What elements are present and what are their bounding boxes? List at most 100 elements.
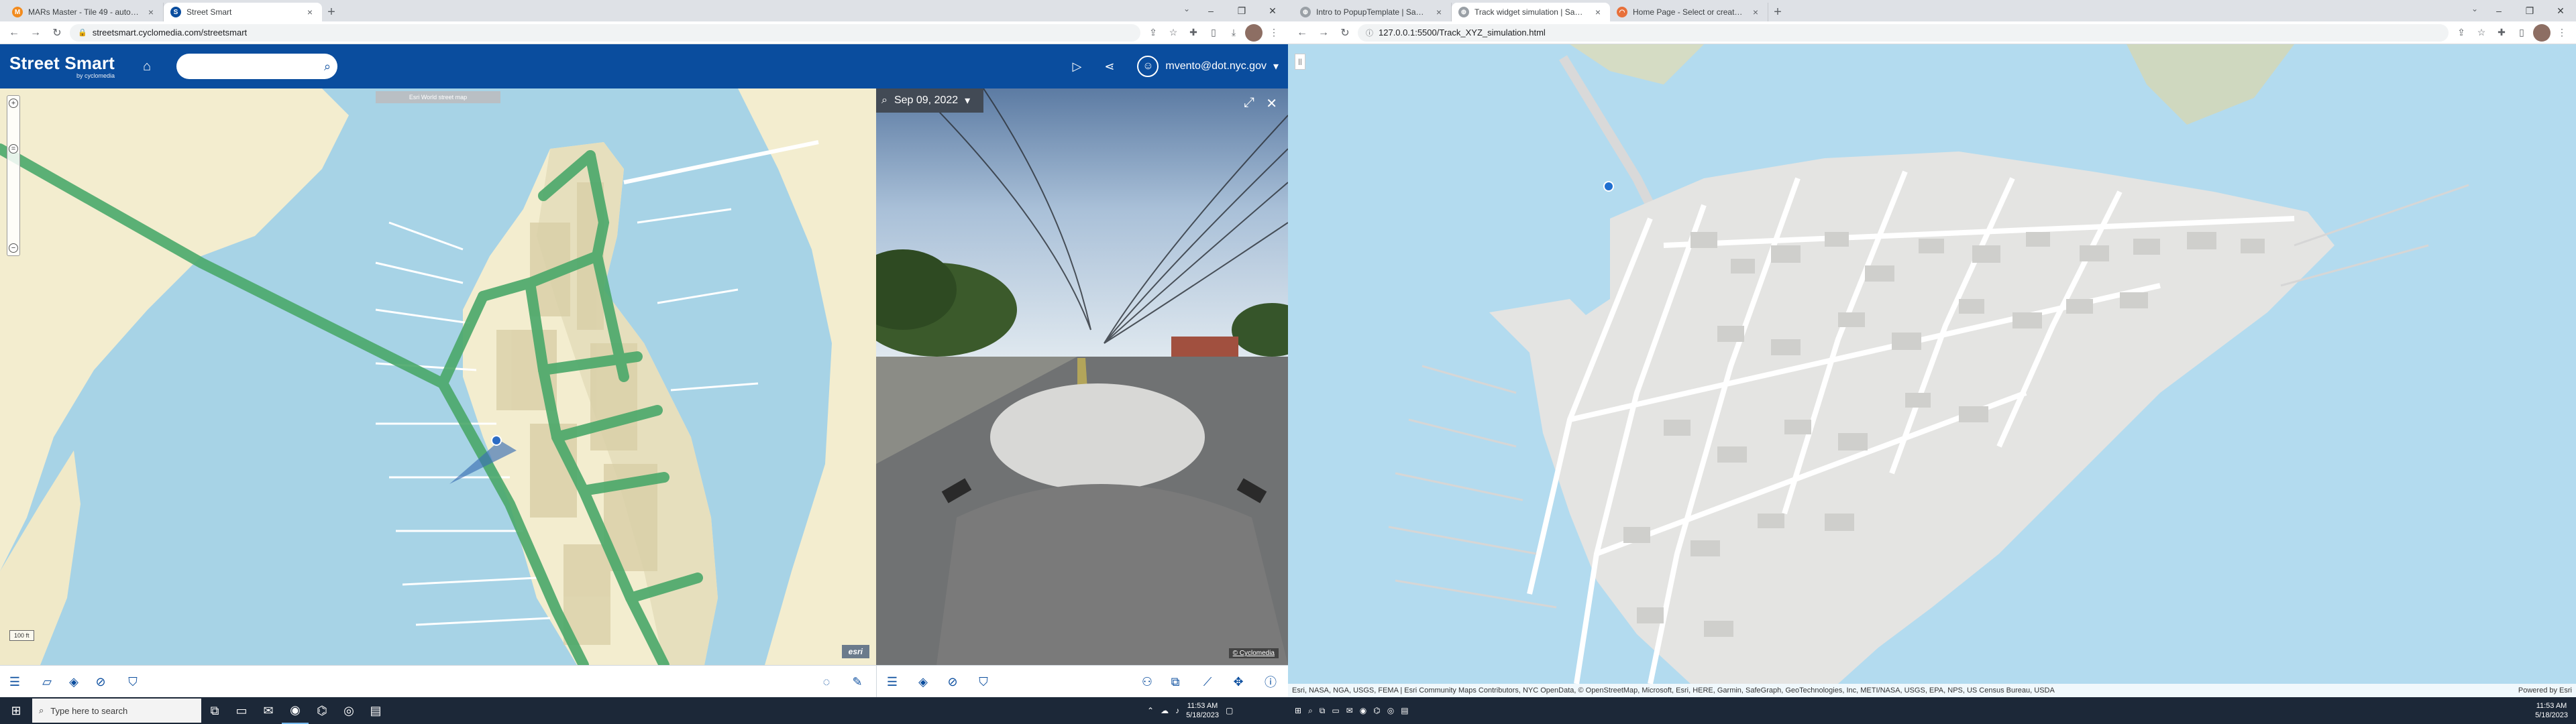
panorama-viewer[interactable]: ⌕ Sep 09, 2022 ▾ ⤢ ✕ © Cyclomedia — [876, 88, 1288, 665]
close-tab-icon[interactable]: × — [1750, 7, 1761, 17]
minimize-icon[interactable]: – — [2483, 0, 2514, 21]
taskbar-clock[interactable]: 11:53 AM 5/18/2023 — [1186, 701, 1219, 720]
forward-icon[interactable]: → — [1315, 24, 1332, 42]
tab-search-icon[interactable]: ⌄ — [1183, 4, 1190, 13]
lasso-icon[interactable]: ◌ — [817, 672, 836, 691]
app-icon[interactable]: ◎ — [335, 697, 362, 724]
chrome-icon[interactable]: ◉ — [1360, 706, 1366, 715]
date-selector[interactable]: ⌕ Sep 09, 2022 ▾ — [876, 88, 983, 113]
restore-icon[interactable]: ❐ — [1226, 0, 1257, 21]
lock-icon[interactable]: 🔒 — [78, 28, 87, 37]
bookmark-star-icon[interactable]: ☆ — [2473, 24, 2490, 42]
vscode-icon[interactable]: ⌬ — [1373, 706, 1380, 715]
info-icon[interactable]: ⓘ — [1261, 672, 1280, 691]
zoom-magnifier-icon[interactable]: ⌕ — [881, 95, 888, 107]
close-tab-icon[interactable]: × — [146, 7, 156, 17]
tab-popup-template[interactable]: ⊕ Intro to PopupTemplate | Sampl × — [1293, 3, 1452, 21]
notepad-icon[interactable]: ▤ — [1401, 706, 1408, 715]
tab-street-smart[interactable]: S Street Smart × — [164, 3, 322, 21]
capture-icon[interactable]: ⧉ — [1166, 672, 1185, 691]
reload-icon[interactable]: ↻ — [1336, 24, 1354, 42]
menu-kebab-icon[interactable]: ⋮ — [1265, 24, 1283, 42]
share-icon[interactable]: ⇪ — [2453, 24, 2470, 42]
restore-icon[interactable]: ❐ — [2514, 0, 2545, 21]
windows-start-icon[interactable]: ⊞ — [1295, 706, 1301, 715]
tray-chevron-icon[interactable]: ⌃ — [1147, 706, 1154, 715]
address-bar[interactable]: ⓘ 127.0.0.1:5500/Track_XYZ_simulation.ht… — [1358, 23, 2449, 42]
zoom-in-icon[interactable]: + — [9, 99, 18, 108]
task-view-icon[interactable]: ⧉ — [201, 697, 228, 724]
minimize-icon[interactable]: – — [1195, 0, 1226, 21]
arcgis-map-canvas[interactable] — [1288, 44, 2576, 697]
panorama-image[interactable] — [876, 88, 1288, 665]
close-tab-icon[interactable]: × — [305, 7, 315, 17]
pano-layers-icon[interactable]: ◈ — [914, 672, 932, 691]
notifications-icon[interactable]: ▢ — [1226, 706, 1233, 715]
tab-home-page[interactable]: ◠ Home Page - Select or create a × — [1610, 3, 1768, 21]
vscode-icon[interactable]: ⌬ — [309, 697, 335, 724]
sidepanel-icon[interactable]: ▯ — [2513, 24, 2530, 42]
sidepanel-icon[interactable]: ▯ — [1205, 24, 1222, 42]
powered-by-esri[interactable]: Powered by Esri — [2518, 686, 2572, 695]
tab-track-widget[interactable]: ⊕ Track widget simulation | Sampl × — [1452, 3, 1610, 21]
chrome-icon[interactable]: ◉ — [282, 697, 309, 724]
downloads-icon[interactable]: ⤓ — [1225, 24, 1242, 42]
street-map-canvas[interactable] — [0, 88, 876, 665]
file-explorer-icon[interactable]: ▭ — [228, 697, 255, 724]
share-network-icon[interactable]: ⋖ — [1104, 60, 1114, 74]
outlook-icon[interactable]: ✉ — [255, 697, 282, 724]
layers-icon[interactable]: ◈ — [64, 672, 83, 691]
menu-icon[interactable]: ☰ — [5, 672, 24, 691]
zoom-out-icon[interactable]: − — [9, 243, 18, 253]
zoom-handle[interactable]: = — [9, 144, 18, 154]
user-menu[interactable]: ☺ mvento@dot.nyc.gov ▾ — [1137, 56, 1279, 77]
map-pane[interactable]: + = − Esri World street map 100 ft esri — [0, 88, 876, 665]
address-bar[interactable]: 🔒 streetsmart.cyclomedia.com/streetsmart — [70, 23, 1140, 42]
file-explorer-icon[interactable]: ▭ — [1332, 706, 1339, 715]
windows-start-icon[interactable]: ⊞ — [0, 697, 32, 724]
close-tab-icon[interactable]: × — [1593, 7, 1603, 17]
menu-kebab-icon[interactable]: ⋮ — [2553, 24, 2571, 42]
profile-avatar[interactable] — [1245, 23, 1263, 42]
pano-menu-icon[interactable]: ☰ — [883, 672, 902, 691]
outlook-icon[interactable]: ✉ — [1346, 706, 1353, 715]
extensions-icon[interactable]: ✚ — [1185, 24, 1202, 42]
new-tab-button[interactable]: + — [322, 3, 341, 21]
taskbar-search-input[interactable]: ⌕ Type here to search — [32, 699, 201, 723]
forward-icon[interactable]: → — [27, 24, 44, 42]
measure-icon[interactable]: ✎ — [848, 672, 867, 691]
network-icon[interactable]: ☁ — [1161, 706, 1169, 715]
info-icon[interactable]: ⓘ — [1366, 27, 1373, 38]
close-tab-icon[interactable]: × — [1434, 7, 1444, 17]
taskbar-clock[interactable]: 11:53 AM 5/18/2023 — [2535, 701, 2568, 720]
maximize-icon[interactable]: ⤢ — [1244, 95, 1254, 111]
search-icon[interactable]: ⌕ — [1308, 706, 1313, 716]
ruler-icon[interactable]: ⟋ — [1198, 672, 1217, 691]
zoom-slider[interactable]: + = − — [7, 95, 20, 256]
reload-icon[interactable]: ↻ — [48, 24, 66, 42]
task-view-icon[interactable]: ⧉ — [1320, 706, 1326, 716]
close-window-icon[interactable]: ✕ — [1257, 0, 1288, 21]
play-icon[interactable]: ▷ — [1072, 60, 1081, 74]
address-search-input[interactable]: ⌕ — [176, 54, 338, 79]
new-tab-button[interactable]: + — [1768, 3, 1787, 21]
app-icon[interactable]: ◎ — [1387, 706, 1394, 715]
back-icon[interactable]: ← — [1293, 24, 1311, 42]
tab-mars-master[interactable]: M MARs Master - Tile 49 - automo × — [5, 3, 164, 21]
extensions-icon[interactable]: ✚ — [2493, 24, 2510, 42]
pin-icon[interactable]: ⛉ — [123, 672, 142, 691]
compass-icon[interactable]: ✥ — [1229, 672, 1248, 691]
cyclomedia-copyright[interactable]: © Cyclomedia — [1228, 648, 1279, 658]
share-icon[interactable]: ⇪ — [1144, 24, 1162, 42]
panel-toggle-button[interactable]: || — [1295, 54, 1305, 70]
bookmark-star-icon[interactable]: ☆ — [1165, 24, 1182, 42]
tab-search-icon[interactable]: ⌄ — [2471, 4, 2478, 13]
arcgis-map-view[interactable]: || Esri, NASA, NGA, USGS, FEMA | Esri Co… — [1288, 44, 2576, 697]
close-panorama-icon[interactable]: ✕ — [1266, 95, 1277, 112]
pano-pin-icon[interactable]: ⛉ — [974, 672, 993, 691]
notepad-icon[interactable]: ▤ — [362, 697, 389, 724]
person-icon[interactable]: ⚇ — [1138, 672, 1157, 691]
close-window-icon[interactable]: ✕ — [2545, 0, 2576, 21]
back-icon[interactable]: ← — [5, 24, 23, 42]
map-icon[interactable]: ▱ — [38, 672, 56, 691]
